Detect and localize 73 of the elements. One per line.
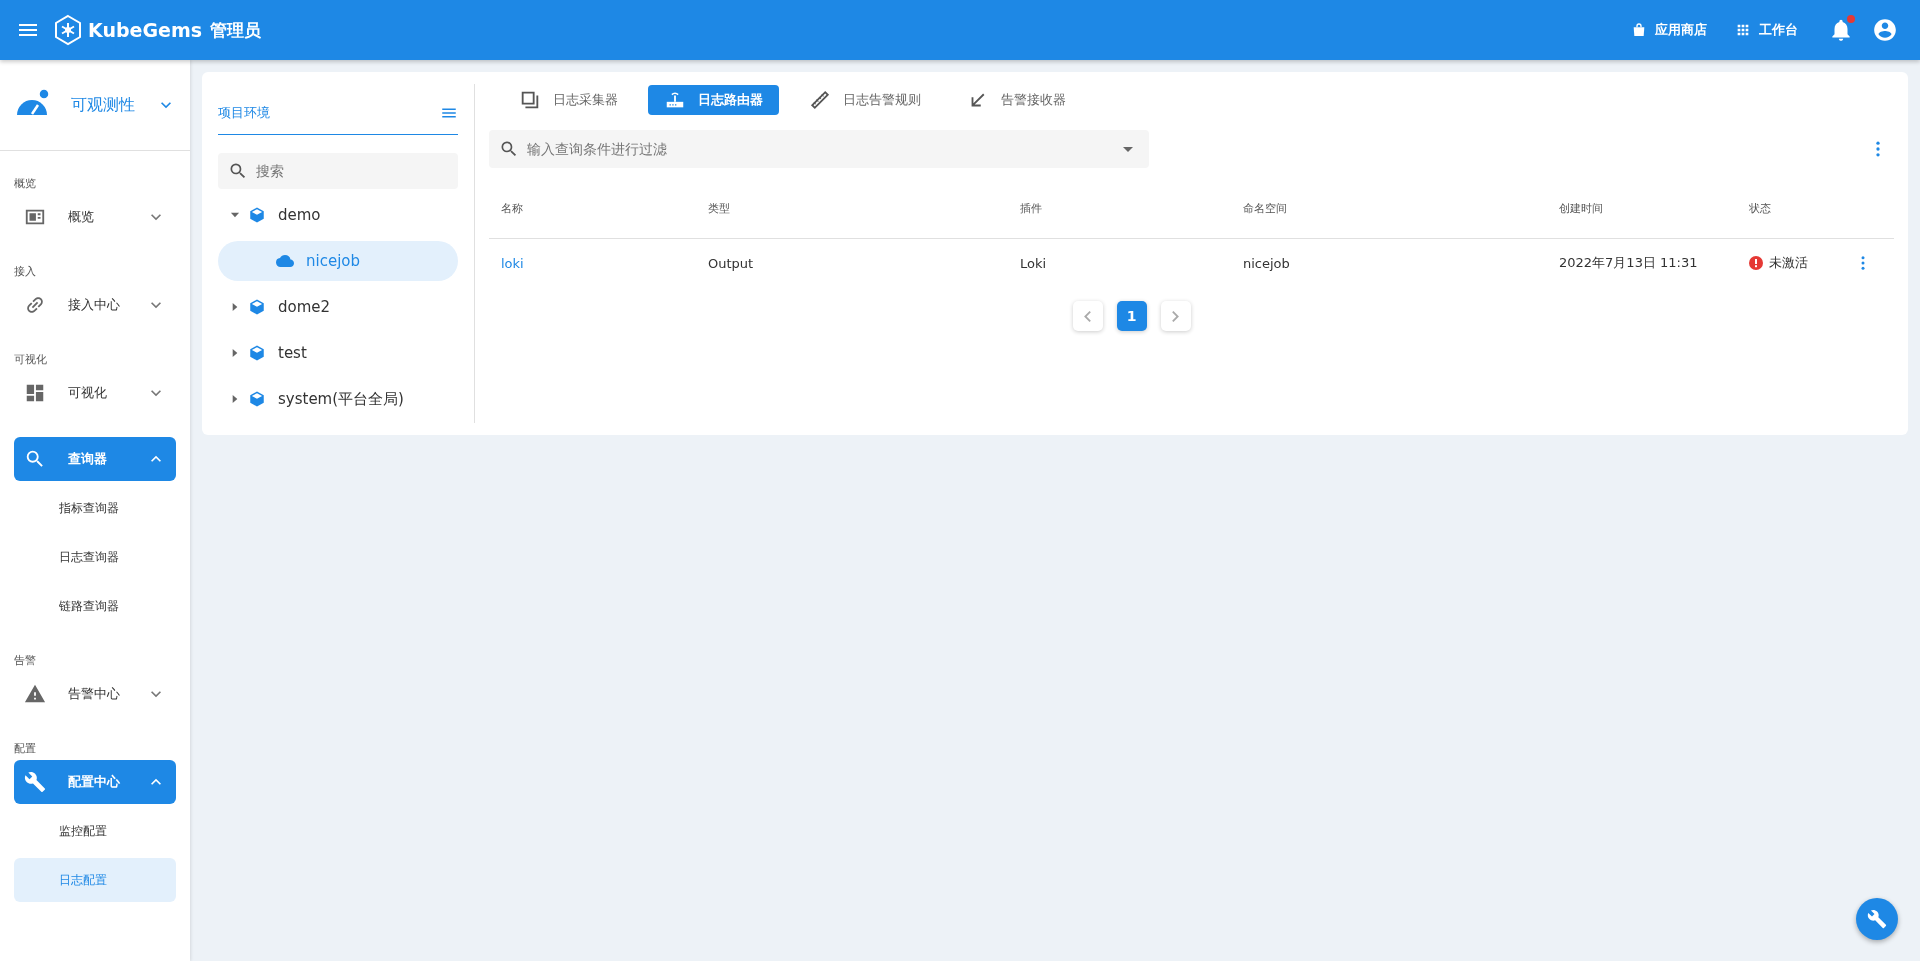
search-icon — [24, 448, 46, 470]
cube-icon — [248, 344, 266, 362]
nav-subitem[interactable]: 指标查询器 — [14, 486, 176, 530]
search-field[interactable]: 搜索 — [218, 153, 458, 189]
nav-item[interactable]: 接入中心 — [14, 283, 176, 327]
search-input[interactable]: 搜索 — [254, 162, 448, 180]
role-label: 管理员 — [210, 18, 261, 42]
chevron-right-icon — [1172, 310, 1179, 322]
warning-icon — [24, 683, 46, 705]
tree-node[interactable]: demo — [218, 195, 458, 235]
name-link[interactable]: loki — [501, 255, 524, 271]
tree-node[interactable]: test — [218, 333, 458, 373]
nav-subitem[interactable]: 链路查询器 — [14, 584, 176, 628]
tab[interactable]: 日志路由器 — [648, 85, 779, 115]
filter-field[interactable]: 输入查询条件进行过滤 — [489, 130, 1149, 168]
nav-subitem[interactable]: 监控配置 — [14, 809, 176, 853]
filter-input[interactable]: 输入查询条件进行过滤 — [525, 140, 1123, 158]
chevron-left-icon — [1084, 310, 1091, 322]
logo-icon — [52, 14, 84, 46]
column-header: 状态 — [1749, 200, 1772, 216]
nav-subitem[interactable]: 日志查询器 — [14, 535, 176, 579]
table-cell: 2022年7月13日 11:31 — [1559, 255, 1698, 270]
group-label: 接入 — [13, 264, 37, 280]
previous-page-button[interactable] — [1072, 301, 1103, 331]
column-header: 命名空间 — [1243, 200, 1288, 216]
column-header: 类型 — [708, 200, 731, 216]
group-label: 告警 — [13, 653, 37, 669]
column-header: 名称 — [501, 200, 524, 216]
search-icon — [499, 139, 519, 159]
cube-icon — [248, 390, 266, 408]
tree-node[interactable]: system(平台全局) — [218, 379, 458, 419]
nav-subitem[interactable]: 日志配置 — [14, 858, 176, 902]
panel-title: 项目环境 — [218, 104, 270, 122]
grid-icon — [1735, 22, 1751, 38]
tools-button[interactable] — [1856, 898, 1898, 940]
cube-icon — [248, 298, 266, 316]
nav-item[interactable]: 查询器 — [14, 437, 176, 481]
column-header: 创建时间 — [1559, 200, 1604, 216]
group-label: 概览 — [13, 176, 37, 192]
group-label: 可视化 — [13, 352, 48, 368]
cloud-icon — [276, 252, 294, 270]
header-link[interactable]: 工作台 — [1735, 17, 1798, 43]
next-page-button[interactable] — [1160, 301, 1191, 331]
nav-item[interactable]: 告警中心 — [14, 672, 176, 716]
tree-node[interactable]: dome2 — [218, 287, 458, 327]
table-cell: Loki — [1020, 255, 1047, 271]
tree-node[interactable]: nicejob — [218, 241, 458, 281]
brand-name: KubeGems — [88, 19, 202, 41]
dropdown-icon — [1123, 146, 1133, 152]
table-cell: Output — [708, 255, 754, 271]
group-label: 配置 — [13, 741, 37, 757]
cube-icon — [248, 206, 266, 224]
status-text: 未激活 — [1769, 254, 1808, 272]
wrench-icon — [1867, 909, 1887, 929]
page-button[interactable]: 1 — [1116, 301, 1147, 331]
nav-item[interactable]: 可视化 — [14, 371, 176, 415]
nav-item[interactable]: 概览 — [14, 195, 176, 239]
tab[interactable]: 日志告警规则 — [793, 85, 937, 115]
copy-icon — [519, 89, 541, 111]
nav-item[interactable]: 配置中心 — [14, 760, 176, 804]
ruler-icon — [809, 89, 831, 111]
avatar-icon[interactable] — [1872, 17, 1898, 43]
tab[interactable]: 告警接收器 — [951, 85, 1082, 115]
table-cell: nicejob — [1243, 255, 1290, 271]
bag-icon — [1631, 22, 1647, 38]
search-icon — [228, 161, 248, 181]
link-icon — [24, 294, 46, 316]
dashboard-icon — [24, 382, 46, 404]
wrench-icon — [24, 771, 46, 793]
tab[interactable]: 日志采集器 — [503, 85, 634, 115]
column-header: 插件 — [1020, 200, 1043, 216]
header-link[interactable]: 应用商店 — [1631, 17, 1707, 43]
module-selector[interactable]: 可观测性 — [0, 60, 190, 151]
